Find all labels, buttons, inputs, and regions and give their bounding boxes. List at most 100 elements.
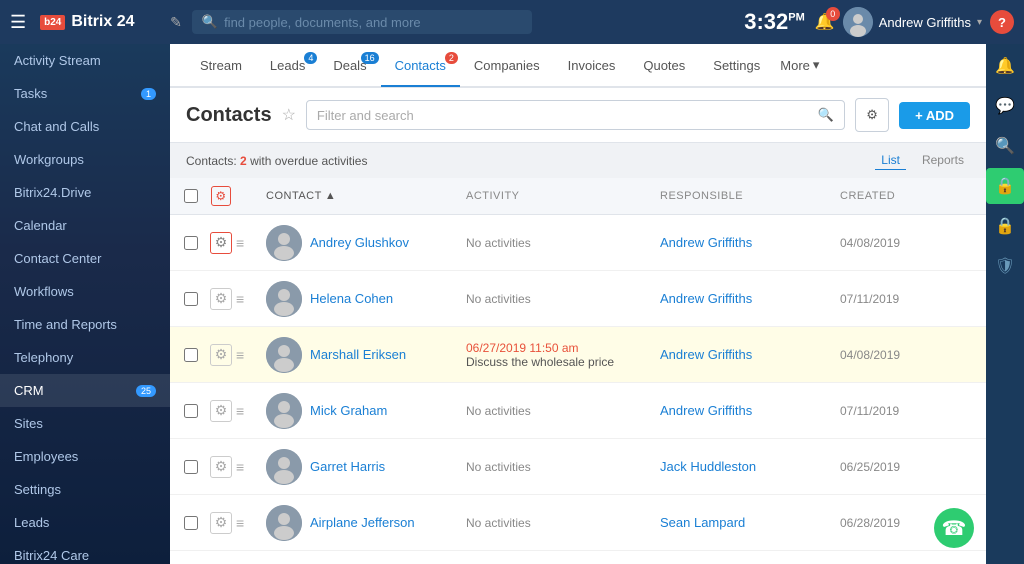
row-gear-icon[interactable]: ⚙ xyxy=(210,400,232,422)
sidebar-item-tasks[interactable]: Tasks 1 xyxy=(0,77,170,110)
contact-name[interactable]: Garret Harris xyxy=(310,459,385,474)
sidebar-item-leads[interactable]: Leads xyxy=(0,506,170,539)
sidebar-item-contact-center[interactable]: Contact Center xyxy=(0,242,170,275)
row-checkbox[interactable] xyxy=(184,348,198,362)
activity-label: No activities xyxy=(466,236,531,250)
row-gear-cell: ⚙ xyxy=(206,288,236,310)
list-view-button[interactable]: List xyxy=(875,151,906,170)
sidebar-label: Calendar xyxy=(14,218,67,233)
sidebar-item-time-reports[interactable]: Time and Reports xyxy=(0,308,170,341)
activity-label: No activities xyxy=(466,516,531,530)
responsible-name[interactable]: Sean Lampard xyxy=(660,515,745,530)
notification-icon[interactable]: 🔔 0 xyxy=(815,12,835,32)
sidebar-item-workflows[interactable]: Workflows xyxy=(0,275,170,308)
sidebar-item-crm[interactable]: CRM 25 xyxy=(0,374,170,407)
sidebar-item-employees[interactable]: Employees xyxy=(0,440,170,473)
contact-name[interactable]: Mick Graham xyxy=(310,403,387,418)
row-lines-icon[interactable]: ≡ xyxy=(236,291,244,307)
responsible-name[interactable]: Jack Huddleston xyxy=(660,459,756,474)
responsible-name[interactable]: Andrew Griffiths xyxy=(660,347,752,362)
contacts-table: ⚙ CONTACT ▲ ACTIVITY RESPONSIBLE CREATED xyxy=(170,178,986,564)
responsible-name[interactable]: Andrew Griffiths xyxy=(660,403,752,418)
deals-badge: 16 xyxy=(361,52,379,64)
row-checkbox[interactable] xyxy=(184,404,198,418)
tab-settings[interactable]: Settings xyxy=(699,46,774,85)
user-info[interactable]: Andrew Griffiths ▾ xyxy=(843,7,982,37)
row-lines-icon[interactable]: ≡ xyxy=(236,235,244,251)
row-gear-icon[interactable]: ⚙ xyxy=(210,232,232,254)
tab-contacts[interactable]: Contacts 2 xyxy=(381,46,460,87)
row-lines-icon[interactable]: ≡ xyxy=(236,515,244,531)
header-checkbox-cell xyxy=(176,189,206,203)
header-activity: ACTIVITY xyxy=(466,190,660,202)
right-shield-icon[interactable]: 🛡 xyxy=(986,248,1024,284)
sidebar: Activity Stream Tasks 1 Chat and Calls W… xyxy=(0,44,170,564)
sidebar-item-telephony[interactable]: Telephony xyxy=(0,341,170,374)
search-input[interactable] xyxy=(224,15,522,30)
sidebar-item-activity-stream[interactable]: Activity Stream xyxy=(0,44,170,77)
right-lock-icon[interactable]: 🔒 xyxy=(986,208,1024,244)
overdue-info: Contacts: 2 with overdue activities xyxy=(186,154,367,168)
sidebar-item-bitrix-drive[interactable]: Bitrix24.Drive xyxy=(0,176,170,209)
settings-gear-button[interactable]: ⚙ xyxy=(855,98,889,132)
row-gear-icon[interactable]: ⚙ xyxy=(210,288,232,310)
reports-view-button[interactable]: Reports xyxy=(916,151,970,170)
favorite-star-icon[interactable]: ☆ xyxy=(282,105,296,125)
sidebar-item-bitrix-care[interactable]: Bitrix24 Care xyxy=(0,539,170,564)
top-bar: ☰ b24 Bitrix 24 ✎ 🔍 3:32PM 🔔 0 xyxy=(0,0,1024,44)
hamburger-menu[interactable]: ☰ xyxy=(10,12,26,33)
row-lines-icon[interactable]: ≡ xyxy=(236,403,244,419)
contact-name[interactable]: Airplane Jefferson xyxy=(310,515,415,530)
right-notifications-icon[interactable]: 🔔 xyxy=(986,48,1024,84)
tab-deals[interactable]: Deals 16 xyxy=(319,46,380,85)
tab-leads[interactable]: Leads 4 xyxy=(256,46,319,85)
row-lines-icon[interactable]: ≡ xyxy=(236,347,244,363)
contact-name[interactable]: Andrey Glushkov xyxy=(310,235,409,250)
tab-companies[interactable]: Companies xyxy=(460,46,554,85)
tab-stream[interactable]: Stream xyxy=(186,46,256,85)
tab-quotes[interactable]: Quotes xyxy=(629,46,699,85)
sidebar-label: Time and Reports xyxy=(14,317,117,332)
row-checkbox[interactable] xyxy=(184,516,198,530)
contact-avatar xyxy=(266,505,302,541)
right-icon-bar: 🔔 💬 🔍 🔒 🔒 🛡 xyxy=(986,44,1024,564)
sidebar-item-calendar[interactable]: Calendar xyxy=(0,209,170,242)
activity-cell: No activities xyxy=(466,291,660,306)
row-gear-icon[interactable]: ⚙ xyxy=(210,344,232,366)
row-checkbox[interactable] xyxy=(184,460,198,474)
contact-rows: ⚙ ≡ Andrey Glushkov No activities Andrew… xyxy=(170,215,986,551)
select-all-checkbox[interactable] xyxy=(184,189,198,203)
row-gear-cell: ⚙ xyxy=(206,232,236,254)
page-title: Contacts xyxy=(186,104,272,127)
fab-button[interactable]: ☎ xyxy=(934,508,974,548)
sidebar-item-workgroups[interactable]: Workgroups xyxy=(0,143,170,176)
edit-icon[interactable]: ✎ xyxy=(170,14,182,31)
row-lines-icon[interactable]: ≡ xyxy=(236,459,244,475)
add-contact-button[interactable]: + ADD xyxy=(899,102,970,129)
contact-name[interactable]: Marshall Eriksen xyxy=(310,347,406,362)
created-date: 04/08/2019 xyxy=(840,236,970,250)
tab-invoices[interactable]: Invoices xyxy=(554,46,630,85)
row-checkbox-cell xyxy=(176,236,206,250)
header-gear-icon[interactable]: ⚙ xyxy=(211,186,231,206)
contact-name[interactable]: Helena Cohen xyxy=(310,291,393,306)
sidebar-item-chat-calls[interactable]: Chat and Calls xyxy=(0,110,170,143)
responsible-name[interactable]: Andrew Griffiths xyxy=(660,235,752,250)
tab-more[interactable]: More ▾ xyxy=(780,57,819,73)
right-search-icon[interactable]: 🔍 xyxy=(986,128,1024,164)
responsible-name[interactable]: Andrew Griffiths xyxy=(660,291,752,306)
right-lock-green-icon[interactable]: 🔒 xyxy=(986,168,1024,204)
row-checkbox[interactable] xyxy=(184,292,198,306)
row-checkbox[interactable] xyxy=(184,236,198,250)
sidebar-item-sites[interactable]: Sites xyxy=(0,407,170,440)
header-contact[interactable]: CONTACT ▲ xyxy=(266,190,466,202)
sidebar-item-settings[interactable]: Settings xyxy=(0,473,170,506)
right-chat-icon[interactable]: 💬 xyxy=(986,88,1024,124)
filter-search-input[interactable] xyxy=(317,108,812,123)
row-gear-icon[interactable]: ⚙ xyxy=(210,512,232,534)
help-button[interactable]: ? xyxy=(990,10,1014,34)
row-gear-icon[interactable]: ⚙ xyxy=(210,456,232,478)
activity-cell: No activities xyxy=(466,235,660,250)
sidebar-label: Sites xyxy=(14,416,43,431)
sidebar-label: Bitrix24.Drive xyxy=(14,185,91,200)
